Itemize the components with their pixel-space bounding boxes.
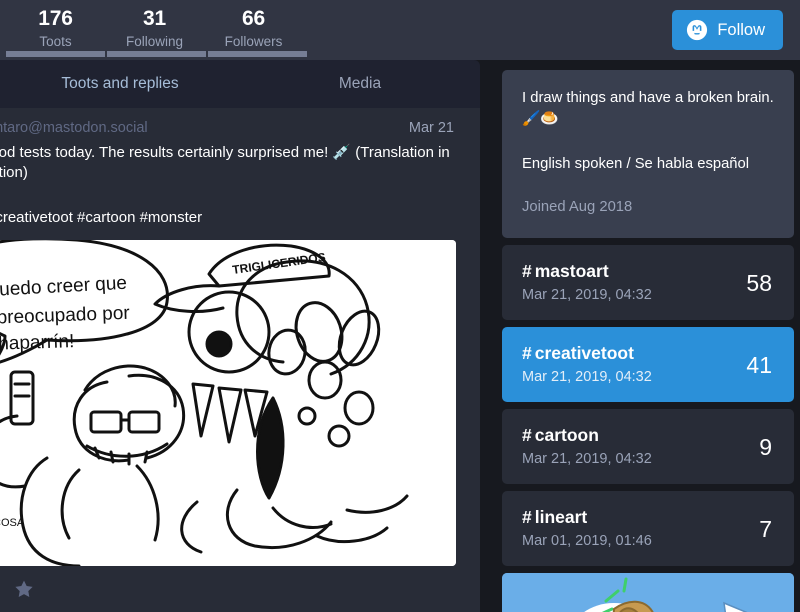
timeline-column: Toots and replies Media entaro@mastodon.… bbox=[0, 60, 480, 612]
status-account-handle[interactable]: entaro@mastodon.social bbox=[0, 118, 148, 138]
hashtag-date: Mar 21, 2019, 04:32 bbox=[522, 369, 652, 385]
stat-followers-label: Followers bbox=[224, 34, 283, 49]
timeline-tabs: Toots and replies Media bbox=[0, 60, 480, 108]
stats-scroll-segment bbox=[107, 51, 206, 57]
hashtag-name: # lineart bbox=[522, 506, 652, 529]
mastodon-logo-icon bbox=[686, 19, 708, 41]
mastodon-profile-screen: 176 Toots 31 Following 66 Followers Foll… bbox=[0, 0, 800, 612]
stat-toots-label: Toots bbox=[39, 34, 72, 49]
hash-icon: # bbox=[522, 507, 532, 527]
hashtag-label: mastoart bbox=[534, 261, 609, 281]
hashtag-date: Mar 01, 2019, 01:46 bbox=[522, 533, 652, 549]
hashtag-name: # mastoart bbox=[522, 260, 652, 283]
profile-header: 176 Toots 31 Following 66 Followers Foll… bbox=[0, 0, 800, 60]
profile-sidebar: I draw things and have a broken brain. 🖌… bbox=[480, 60, 800, 612]
hashtag-name: # creativetoot bbox=[522, 342, 652, 365]
hashtag-card-creativetoot[interactable]: # creativetoot Mar 21, 2019, 04:32 41 bbox=[502, 327, 794, 402]
stat-following-value: 31 bbox=[143, 7, 166, 30]
hashtag-count: 7 bbox=[759, 515, 772, 542]
star-icon[interactable] bbox=[13, 578, 35, 600]
hash-icon: # bbox=[522, 261, 532, 281]
follow-button-label: Follow bbox=[717, 20, 765, 39]
timeline-list[interactable]: entaro@mastodon.social Mar 21 lood tests… bbox=[0, 108, 480, 612]
status-media-attachment[interactable]: TRIGLICERIDOS puedo creer que a preocupa… bbox=[0, 240, 456, 566]
status-action-bar bbox=[0, 566, 468, 612]
status-item[interactable]: entaro@mastodon.social Mar 21 lood tests… bbox=[0, 108, 480, 612]
profile-bio-card: I draw things and have a broken brain. 🖌… bbox=[502, 70, 794, 238]
hashtag-date: Mar 21, 2019, 04:32 bbox=[522, 451, 652, 467]
hashtag-card-lineart[interactable]: # lineart Mar 01, 2019, 01:46 7 bbox=[502, 491, 794, 566]
stats-scroll-indicator[interactable] bbox=[0, 51, 307, 57]
svg-text:chaparrín!: chaparrín! bbox=[0, 331, 75, 355]
stat-following-label: Following bbox=[125, 34, 184, 49]
bio-line-1: I draw things and have a broken brain. 🖌… bbox=[522, 90, 774, 127]
hashtag-info: # lineart Mar 01, 2019, 01:46 bbox=[522, 506, 652, 551]
hash-icon: # bbox=[522, 425, 532, 445]
tab-toots-and-replies[interactable]: Toots and replies bbox=[0, 60, 240, 108]
hashtag-count: 9 bbox=[759, 433, 772, 460]
stats-scroll-segment bbox=[6, 51, 105, 57]
profile-stats: 176 Toots 31 Following 66 Followers bbox=[0, 0, 303, 51]
bio-line-2: English spoken / Se habla español bbox=[522, 156, 750, 172]
status-text: lood tests today. The results certainly … bbox=[0, 144, 450, 181]
stat-followers[interactable]: 66 Followers bbox=[204, 0, 303, 51]
main-body: Toots and replies Media entaro@mastodon.… bbox=[0, 60, 800, 612]
hashtag-count: 41 bbox=[746, 351, 772, 378]
sidebar-image-card[interactable] bbox=[502, 573, 794, 612]
hashtag-info: # creativetoot Mar 21, 2019, 04:32 bbox=[522, 342, 652, 387]
stat-toots-value: 176 bbox=[38, 7, 73, 30]
hashtag-info: # mastoart Mar 21, 2019, 04:32 bbox=[522, 260, 652, 305]
status-hashtags[interactable]: #creativetoot #cartoon #monster bbox=[0, 183, 468, 228]
follow-button[interactable]: Follow bbox=[672, 10, 783, 50]
stat-following[interactable]: 31 Following bbox=[105, 0, 204, 51]
hashtag-info: # cartoon Mar 21, 2019, 04:32 bbox=[522, 424, 652, 469]
stat-toots[interactable]: 176 Toots bbox=[6, 0, 105, 51]
hashtag-label: lineart bbox=[534, 507, 588, 527]
stats-scroll-segment bbox=[208, 51, 307, 57]
tab-media[interactable]: Media bbox=[240, 60, 480, 108]
stat-followers-value: 66 bbox=[242, 7, 265, 30]
hashtag-card-mastoart[interactable]: # mastoart Mar 21, 2019, 04:32 58 bbox=[502, 245, 794, 320]
hashtag-card-cartoon[interactable]: # cartoon Mar 21, 2019, 04:32 9 bbox=[502, 409, 794, 484]
status-timestamp[interactable]: Mar 21 bbox=[409, 118, 468, 138]
status-header: entaro@mastodon.social Mar 21 bbox=[0, 118, 468, 138]
hashtag-label: creativetoot bbox=[534, 343, 634, 363]
hashtag-date: Mar 21, 2019, 04:32 bbox=[522, 287, 652, 303]
hashtag-label: cartoon bbox=[534, 425, 599, 445]
hashtag-name: # cartoon bbox=[522, 424, 652, 447]
svg-text:COSA: COSA bbox=[0, 517, 25, 529]
hash-icon: # bbox=[522, 343, 532, 363]
hashtag-count: 58 bbox=[746, 269, 772, 296]
joined-date: Joined Aug 2018 bbox=[522, 199, 633, 215]
